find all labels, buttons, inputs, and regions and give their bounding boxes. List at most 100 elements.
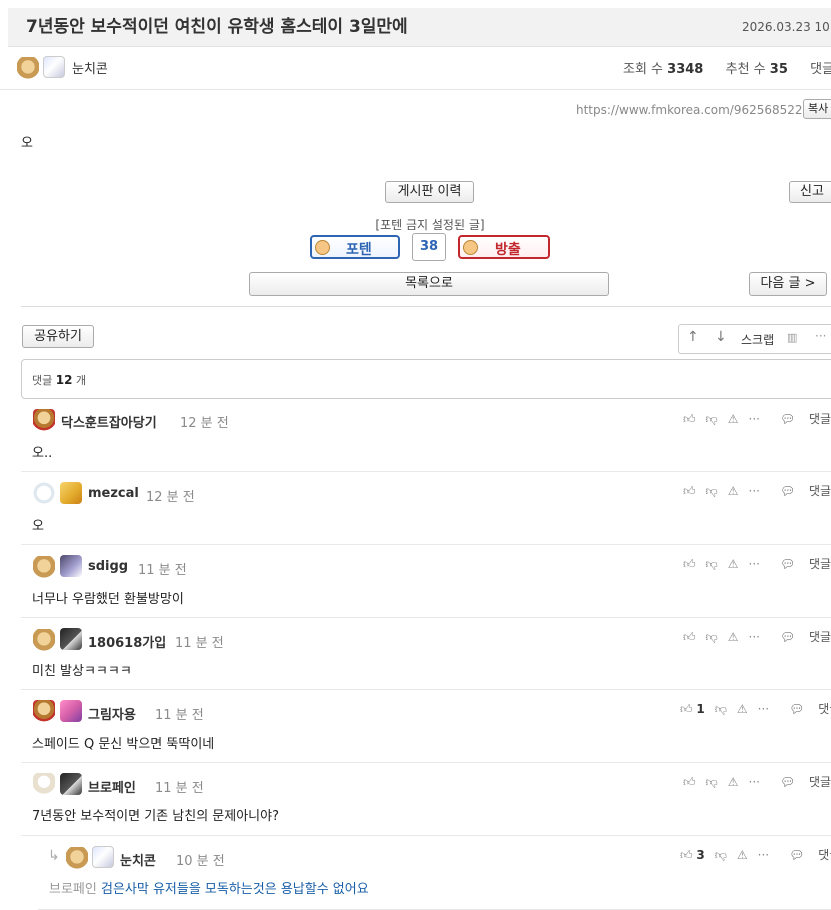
speech-bubble-icon: 💬︎ [789,848,805,862]
more-icon[interactable]: ··· [749,775,760,789]
commenter-avatar[interactable] [92,846,114,868]
warning-icon[interactable]: ⚠ [728,557,739,571]
post-url[interactable]: https://www.fmkorea.com/9625685229 [576,103,810,117]
commenter-name[interactable]: sdigg [88,559,128,574]
comments-header: 댓글 12 개 [21,359,831,399]
post-stats: 조회 수 3348 추천 수 35 댓글 12 [623,58,831,77]
commenter-avatar[interactable] [60,700,82,722]
dislike-icon[interactable]: 👎︎ [706,557,718,572]
warning-icon[interactable]: ⚠ [728,412,739,426]
board-history-button[interactable]: 게시판 이력 [385,181,474,203]
more-icon[interactable]: ··· [749,412,760,426]
commenter-avatar[interactable] [60,555,82,577]
reply-comment-text: 브로페인 검은사막 유저들을 모독하는것은 용납할수 없어요 [49,878,369,897]
comment-item: 브로페인 11 분 전 7년동안 보수적이면 기존 남친의 문제아니야? 👍︎ 👎… [21,762,831,836]
commenter-avatar[interactable] [60,482,82,504]
reply-button[interactable]: 💬︎ 댓글 [779,700,831,717]
dislike-icon[interactable]: 👎︎ [715,702,727,717]
author-name[interactable]: 눈치콘 [72,58,108,77]
reply-button[interactable]: 💬︎ 댓글 [770,482,831,499]
warning-icon[interactable]: ⚠ [728,630,739,644]
dislike-icon[interactable]: 👎︎ [715,848,727,863]
commenter-name[interactable]: 그림자용 [88,704,136,723]
potten-button[interactable]: 포텐 [310,235,400,259]
arrow-up-icon[interactable]: ↑ [687,329,699,345]
like-icon[interactable]: 👍︎ [683,484,696,499]
next-post-button[interactable]: 다음 글 > [749,272,827,296]
comment-text: 스페이드 Q 문신 박으면 뚝딱이네 [32,737,215,752]
like-icon[interactable]: 👍︎ [683,412,696,427]
warning-icon[interactable]: ⚠ [737,848,748,862]
post-title: 7년동안 보수적이던 여친이 유학생 홈스테이 3일만에 [26,17,408,37]
comment-text: 미친 발상ㅋㅋㅋㅋ [32,664,132,679]
commenter-level-icon [33,482,55,504]
comment-actions: 👍︎ 👎︎ ⚠ ··· 💬︎ 댓글 [673,555,831,572]
dislike-icon[interactable]: 👎︎ [706,412,718,427]
more-icon[interactable]: ··· [749,630,760,644]
like-icon[interactable]: 👍︎ 1 [680,702,705,717]
commenter-level-icon [33,556,55,578]
reply-button[interactable]: 💬︎ 댓글 [770,410,831,427]
post-body: 오 [21,136,33,151]
comment-time: 10 분 전 [176,854,225,869]
more-icon[interactable]: ··· [758,702,769,716]
comment-item: 그림자용 11 분 전 스페이드 Q 문신 박으면 뚝딱이네 👍︎ 1 👎︎ ⚠ ··… [21,689,831,763]
comment-item: sdigg 11 분 전 너무나 우람했던 환불방망이 👍︎ 👎︎ ⚠ ··· 💬︎ 댓… [21,544,831,618]
like-icon[interactable]: 👍︎ 3 [680,848,705,863]
post-meta-row: 눈치콘 조회 수 3348 추천 수 35 댓글 12 [0,46,831,90]
like-icon[interactable]: 👍︎ [683,630,696,645]
like-icon[interactable]: 👍︎ [683,775,696,790]
comment-item: 닥스훈트잡아당기 12 분 전 오.. 👍︎ 👎︎ ⚠ ··· 💬︎ 댓글 [21,399,831,472]
scrap-button[interactable]: 스크랩 [741,331,774,348]
comment-text: 검은사막 유저들을 모독하는것은 용납할수 없어요 [100,882,369,897]
commenter-name[interactable]: 브로페인 [88,777,136,796]
commenter-name[interactable]: 눈치콘 [120,850,156,869]
comments-header-label: 댓글 12 개 [32,373,87,387]
arrow-down-icon[interactable]: ↓ [715,329,727,345]
comment-item: 180618가입 11 분 전 미친 발상ㅋㅋㅋㅋ 👍︎ 👎︎ ⚠ ··· 💬︎ 댓글 [21,617,831,690]
comment-actions: 👍︎ 👎︎ ⚠ ··· 💬︎ 댓글 [673,482,831,499]
comment-actions: 👍︎ 👎︎ ⚠ ··· 💬︎ 댓글 [673,410,831,427]
back-to-list-button[interactable]: 목록으로 [249,272,609,296]
reply-button[interactable]: 💬︎ 댓글 [770,628,831,645]
dislike-icon[interactable]: 👎︎ [706,484,718,499]
like-count: 3 [696,848,705,862]
speech-bubble-icon: 💬︎ [779,412,796,426]
copy-url-button[interactable]: 복사 [803,99,831,119]
reply-button[interactable]: 💬︎ 댓글 [779,846,831,863]
vote-count: 38 [412,233,446,261]
more-icon[interactable]: ··· [749,557,760,571]
chart-icon[interactable]: ▥ [787,331,797,344]
comments-label: 댓글 [810,62,831,77]
more-icon[interactable]: ··· [758,848,769,862]
more-icon[interactable]: ··· [815,329,826,343]
share-button[interactable]: 공유하기 [22,325,94,348]
recommend-count: 35 [769,62,788,77]
warning-icon[interactable]: ⚠ [728,775,739,789]
commenter-level-icon [33,700,55,722]
comment-time: 11 분 전 [155,708,204,723]
comment-actions: 👍︎ 👎︎ ⚠ ··· 💬︎ 댓글 [673,773,831,790]
dislike-icon[interactable]: 👎︎ [706,775,718,790]
commenter-name[interactable]: mezcal [88,486,139,501]
reply-button[interactable]: 💬︎ 댓글 [770,773,831,790]
comment-time: 11 분 전 [155,781,204,796]
potten-notice: [포텐 금지 설정된 글] [375,218,485,232]
like-icon[interactable]: 👍︎ [683,557,696,572]
commenter-avatar[interactable] [60,628,82,650]
reply-button[interactable]: 💬︎ 댓글 [770,555,831,572]
thumbs-down-icon [463,240,478,255]
post-title-bar: 7년동안 보수적이던 여친이 유학생 홈스테이 3일만에 2026.03.23 … [8,8,831,47]
reply-to-name[interactable]: 브로페인 [49,882,97,897]
commenter-avatar[interactable] [60,773,82,795]
warning-icon[interactable]: ⚠ [737,702,748,716]
commenter-name[interactable]: 180618가입 [88,632,166,651]
commenter-level-icon [33,629,55,651]
warning-icon[interactable]: ⚠ [728,484,739,498]
dislike-icon[interactable]: 👎︎ [706,630,718,645]
author-avatar[interactable] [43,56,65,78]
report-button[interactable]: 신고 [789,181,831,203]
commenter-name[interactable]: 닥스훈트잡아당기 [61,412,157,431]
more-icon[interactable]: ··· [749,484,760,498]
ban-button[interactable]: 방출 [458,235,550,259]
